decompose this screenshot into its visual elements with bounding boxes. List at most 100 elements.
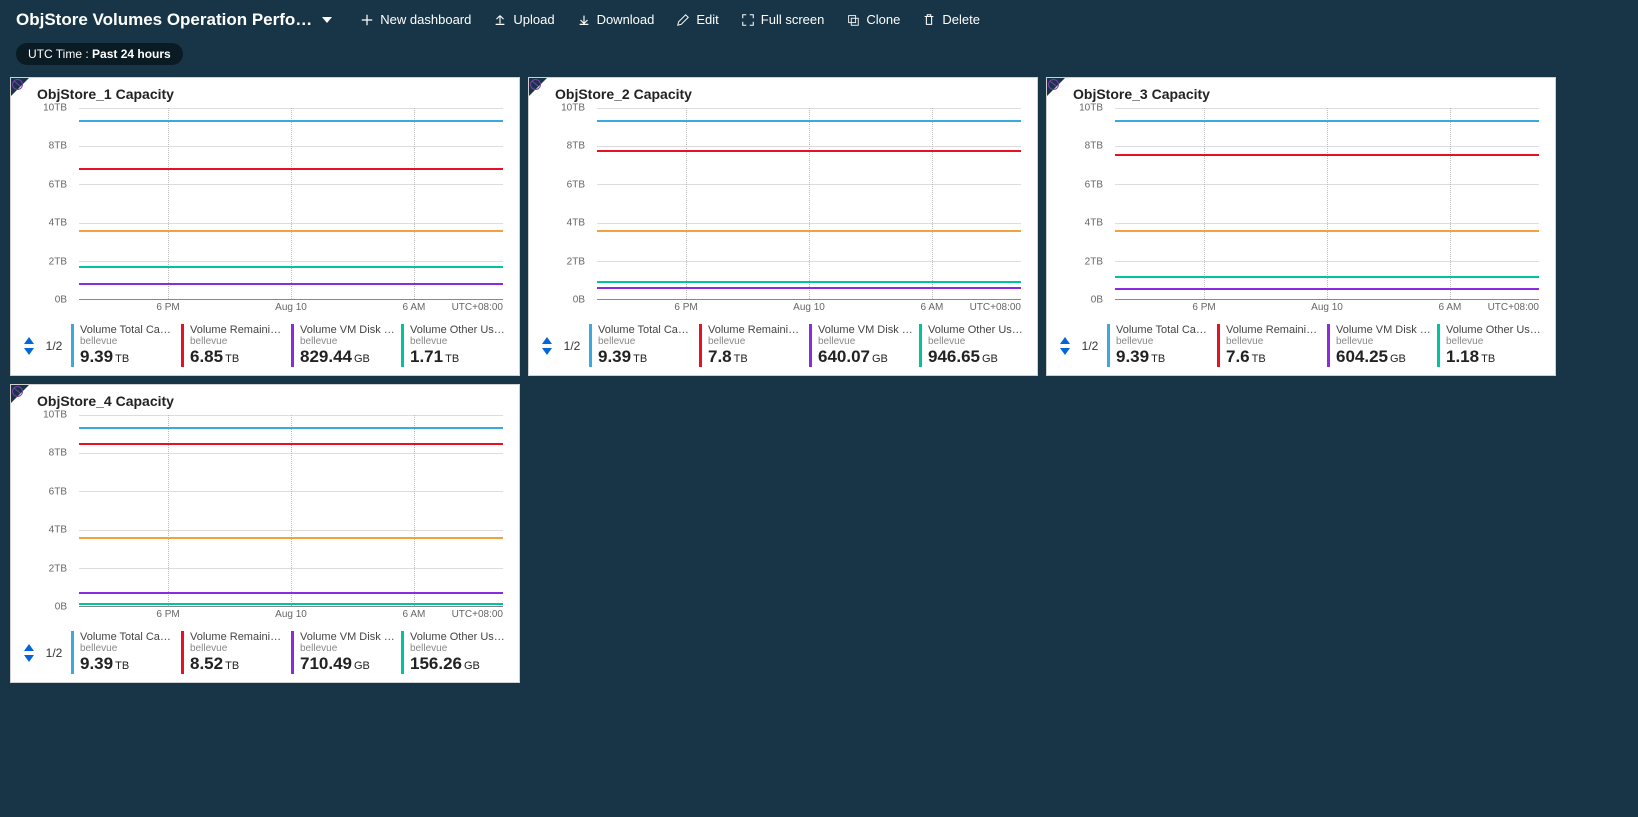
chart-area[interactable]: 10TB8TB6TB4TB2TB0B 6 PMAug 106 AMUTC+08:… (21, 415, 509, 625)
legend-pager-arrows (1055, 337, 1075, 355)
time-value: Past 24 hours (92, 47, 171, 61)
upload-icon (493, 13, 507, 27)
tiles-grid: ObjStore_1 Capacity 10TB8TB6TB4TB2TB0B 6… (0, 77, 1638, 703)
fullscreen-label: Full screen (761, 12, 825, 27)
legend-up-icon[interactable] (542, 337, 552, 344)
new-dashboard-button[interactable]: New dashboard (352, 8, 479, 31)
filter-icon[interactable] (529, 78, 547, 96)
y-tick-label: 2TB (567, 256, 585, 267)
legend-up-icon[interactable] (1060, 337, 1070, 344)
legend-item[interactable]: Volume Remaining Cap…bellevue7.8TB (699, 324, 809, 367)
legend-down-icon[interactable] (1060, 348, 1070, 355)
series-line (1115, 276, 1539, 278)
legend-value: 6.85TB (190, 347, 287, 367)
legend-item[interactable]: Volume Total Capacit…bellevue9.39TB (71, 631, 181, 674)
legend-item[interactable]: Volume VM Disk Used …bellevue604.25GB (1327, 324, 1437, 367)
legend-up-icon[interactable] (24, 337, 34, 344)
legend-item[interactable]: Volume Other Used Ca…bellevue1.18TB (1437, 324, 1547, 367)
legend-value: 9.39TB (80, 347, 177, 367)
legend-label: Volume Remaining Cap… (190, 324, 287, 336)
legend-value: 7.6TB (1226, 347, 1323, 367)
legend-item[interactable]: Volume Other Used Ca…bellevue946.65GB (919, 324, 1029, 367)
filter-icon[interactable] (1047, 78, 1065, 96)
legend-item[interactable]: Volume Total Capacit…bellevue9.39TB (589, 324, 699, 367)
tile-title: ObjStore_1 Capacity (11, 78, 519, 104)
legend-item[interactable]: Volume VM Disk Used …bellevue710.49GB (291, 631, 401, 674)
new-dashboard-label: New dashboard (380, 12, 471, 27)
y-tick-label: 10TB (43, 410, 67, 421)
legend-pager-arrows (19, 337, 39, 355)
chart-tile[interactable]: ObjStore_2 Capacity 10TB8TB6TB4TB2TB0B 6… (528, 77, 1038, 376)
legend-sublabel: bellevue (1446, 336, 1543, 347)
legend-page: 1/2 (43, 339, 65, 353)
legend-item[interactable]: Volume Total Capacit…bellevue9.39TB (1107, 324, 1217, 367)
timezone-label: UTC+08:00 (1488, 302, 1539, 313)
legend-item[interactable]: Volume Other Used Ca…bellevue156.26GB (401, 631, 511, 674)
dashboard-title: ObjStore Volumes Operation Perfo… (16, 10, 312, 30)
filter-icon[interactable] (11, 78, 29, 96)
x-axis: 6 PMAug 106 AMUTC+08:00 (1115, 302, 1539, 318)
fullscreen-button[interactable]: Full screen (733, 8, 833, 31)
y-tick-label: 6TB (49, 486, 67, 497)
legend-value: 1.71TB (410, 347, 507, 367)
legend-item[interactable]: Volume Remaining Cap…bellevue7.6TB (1217, 324, 1327, 367)
chart-area[interactable]: 10TB8TB6TB4TB2TB0B 6 PMAug 106 AMUTC+08:… (1057, 108, 1545, 318)
legend-sublabel: bellevue (1226, 336, 1323, 347)
chart-tile[interactable]: ObjStore_3 Capacity 10TB8TB6TB4TB2TB0B 6… (1046, 77, 1556, 376)
legend-item[interactable]: Volume VM Disk Used …bellevue829.44GB (291, 324, 401, 367)
legend-value: 9.39TB (598, 347, 695, 367)
y-tick-label: 6TB (49, 179, 67, 190)
y-tick-label: 0B (1091, 295, 1103, 306)
legend-pager-arrows (19, 644, 39, 662)
legend-sublabel: bellevue (190, 336, 287, 347)
legend-items: Volume Total Capacit…bellevue9.39TBVolum… (71, 631, 511, 674)
y-axis: 10TB8TB6TB4TB2TB0B (1057, 108, 1109, 300)
legend-item[interactable]: Volume Other Used Ca…bellevue1.71TB (401, 324, 511, 367)
clone-button[interactable]: Clone (838, 8, 908, 31)
edit-button[interactable]: Edit (668, 8, 726, 31)
chart-tile[interactable]: ObjStore_1 Capacity 10TB8TB6TB4TB2TB0B 6… (10, 77, 520, 376)
y-tick-label: 8TB (49, 448, 67, 459)
legend-sublabel: bellevue (410, 643, 507, 654)
x-tick-label: 6 PM (156, 609, 179, 620)
y-tick-label: 8TB (49, 141, 67, 152)
legend-item[interactable]: Volume VM Disk Used …bellevue640.07GB (809, 324, 919, 367)
legend-label: Volume Total Capacit… (80, 324, 177, 336)
chart-area[interactable]: 10TB8TB6TB4TB2TB0B 6 PMAug 106 AMUTC+08:… (21, 108, 509, 318)
legend-label: Volume VM Disk Used … (1336, 324, 1433, 336)
time-range-pill[interactable]: UTC Time : Past 24 hours (16, 43, 183, 65)
download-button[interactable]: Download (569, 8, 663, 31)
legend-label: Volume Remaining Cap… (1226, 324, 1323, 336)
legend-up-icon[interactable] (24, 644, 34, 651)
legend-sublabel: bellevue (598, 336, 695, 347)
legend-down-icon[interactable] (24, 655, 34, 662)
chart-tile[interactable]: ObjStore_4 Capacity 10TB8TB6TB4TB2TB0B 6… (10, 384, 520, 683)
y-axis: 10TB8TB6TB4TB2TB0B (21, 415, 73, 607)
legend-down-icon[interactable] (24, 348, 34, 355)
legend-item[interactable]: Volume Remaining Cap…bellevue8.52TB (181, 631, 291, 674)
x-tick-label: 6 AM (921, 302, 944, 313)
legend-value: 946.65GB (928, 347, 1025, 367)
legend-page: 1/2 (1079, 339, 1101, 353)
delete-button[interactable]: Delete (914, 8, 988, 31)
legend-item[interactable]: Volume Remaining Cap…bellevue6.85TB (181, 324, 291, 367)
legend-label: Volume Other Used Ca… (410, 631, 507, 643)
legend-page: 1/2 (43, 646, 65, 660)
filter-icon[interactable] (11, 385, 29, 403)
legend-item[interactable]: Volume Total Capacit…bellevue9.39TB (71, 324, 181, 367)
series-line (597, 287, 1021, 289)
legend-sublabel: bellevue (708, 336, 805, 347)
delete-label: Delete (942, 12, 980, 27)
title-dropdown-icon[interactable] (322, 17, 332, 23)
chart-area[interactable]: 10TB8TB6TB4TB2TB0B 6 PMAug 106 AMUTC+08:… (539, 108, 1027, 318)
x-tick-label: 6 AM (403, 302, 426, 313)
y-tick-label: 0B (55, 295, 67, 306)
x-axis: 6 PMAug 106 AMUTC+08:00 (79, 609, 503, 625)
upload-button[interactable]: Upload (485, 8, 562, 31)
series-line (79, 283, 503, 285)
legend-down-icon[interactable] (542, 348, 552, 355)
series-line (79, 537, 503, 539)
legend-value: 710.49GB (300, 654, 397, 674)
legend-sublabel: bellevue (818, 336, 915, 347)
legend-sublabel: bellevue (300, 336, 397, 347)
